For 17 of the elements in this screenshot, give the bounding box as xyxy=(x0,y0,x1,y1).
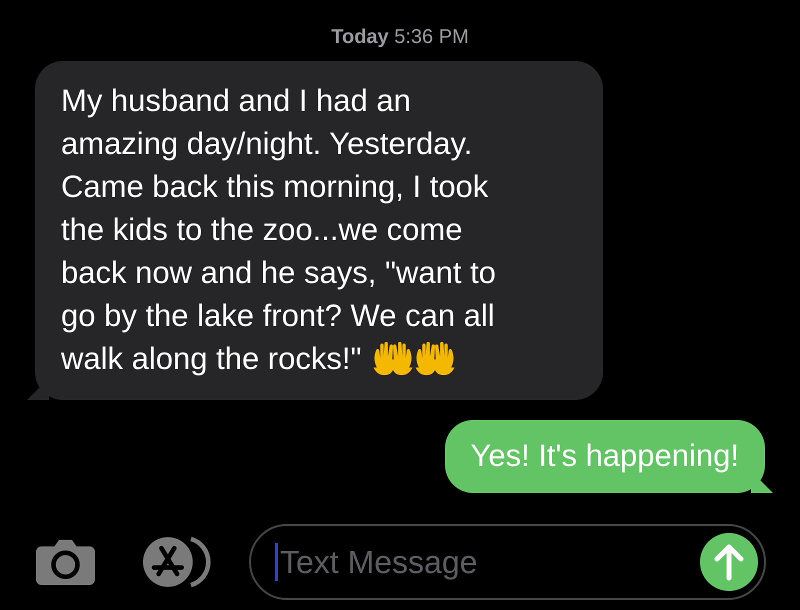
message-text: walk along the rocks!" xyxy=(61,340,362,378)
message-text: back now and he says, "want to xyxy=(61,254,496,292)
raised-hands-icon xyxy=(415,342,456,376)
message-bar[interactable]: Text Message xyxy=(249,524,766,600)
message-text: the kids to the zoo...we come xyxy=(61,211,462,249)
text-cursor xyxy=(275,543,278,581)
raised-hands-icon xyxy=(373,342,414,376)
message-text: Yes! It's happening! xyxy=(470,437,739,475)
message-text: go by the lake front? We can all xyxy=(61,297,495,335)
app-store-icon[interactable] xyxy=(142,535,213,589)
camera-icon[interactable] xyxy=(36,537,95,587)
message-text: amazing day/night. Yesterday. xyxy=(61,125,472,163)
message-text: My husband and I had an xyxy=(61,82,411,120)
message-text: Came back this morning, I took xyxy=(61,168,488,206)
message-field[interactable]: Text Message xyxy=(278,544,700,580)
send-button[interactable] xyxy=(700,533,758,591)
timestamp: Today 5:36 PM xyxy=(331,26,469,49)
